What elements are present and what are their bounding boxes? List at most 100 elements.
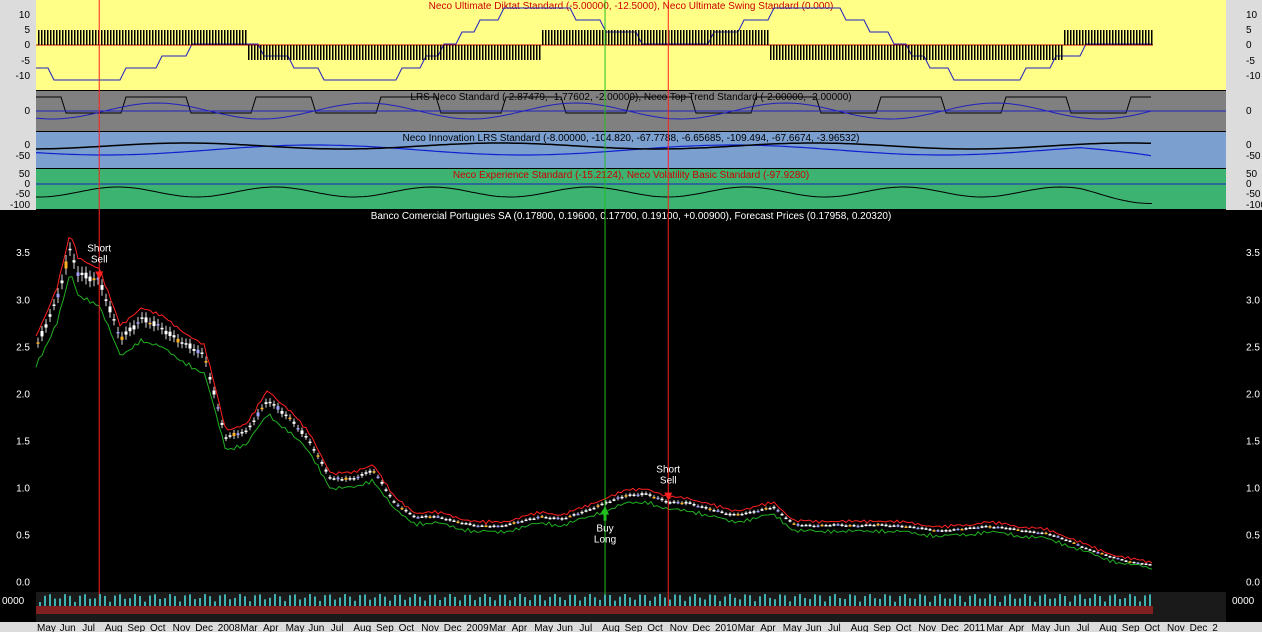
candle-body [264, 402, 268, 404]
volume-bar [124, 598, 126, 606]
candle-body [984, 525, 988, 528]
diktat-bar [248, 45, 250, 60]
candle-body [828, 525, 832, 527]
candle-body [240, 431, 244, 434]
candle-body [1056, 536, 1060, 538]
diktat-bar [983, 45, 985, 60]
volume-bar [229, 599, 231, 606]
volume-bar [144, 601, 146, 606]
time-axis-label: Jul [82, 623, 95, 632]
candle-body [1012, 528, 1016, 530]
indicator-tick-right: 0 [1246, 140, 1252, 151]
volume-bar [779, 594, 781, 606]
candle-body [852, 525, 856, 527]
volume-bar [499, 594, 501, 606]
diktat-bar [338, 45, 340, 60]
diktat-bar [50, 30, 52, 45]
diktat-bar [704, 30, 706, 45]
volume-bar [289, 595, 291, 606]
diktat-bar [269, 45, 271, 60]
volume-bar [894, 601, 896, 606]
diktat-bar [356, 45, 358, 60]
diktat-bar [386, 45, 388, 60]
volume-bar [1144, 595, 1146, 606]
candle-body [444, 518, 448, 521]
candle-body [528, 518, 532, 520]
candle-body [456, 521, 460, 523]
volume-bar [219, 595, 221, 606]
volume-bar [179, 601, 181, 606]
diktat-bar [482, 45, 484, 60]
diktat-bar [452, 45, 454, 60]
time-axis-label: Mar [986, 623, 1004, 632]
diktat-bar [614, 30, 616, 45]
diktat-bar [104, 30, 106, 45]
diktat-bar [125, 30, 127, 45]
candle-body [584, 510, 588, 512]
candle-body [348, 478, 352, 480]
price-chart-canvas: Neco Ultimate Diktat Standard (-5.00000,… [0, 0, 1262, 632]
diktat-bar [824, 45, 826, 60]
diktat-bar [449, 45, 451, 60]
time-axis-label: Sep [1122, 623, 1140, 632]
candle-body [508, 523, 512, 526]
candle-body [964, 528, 968, 530]
diktat-bar [908, 45, 910, 60]
diktat-bar [626, 30, 628, 45]
volume-bar [74, 601, 76, 606]
volume-bar [624, 594, 626, 606]
volume-bar [659, 594, 661, 606]
volume-bar [54, 598, 56, 606]
candle-body [764, 508, 768, 510]
volume-bar [69, 595, 71, 606]
candle-body [1024, 530, 1028, 533]
candle-body [980, 526, 984, 528]
volume-bar [1079, 594, 1081, 606]
volume-bar [769, 597, 771, 606]
candle-body [140, 317, 144, 319]
diktat-bar [506, 45, 508, 60]
candle-body [608, 501, 612, 503]
diktat-bar [611, 30, 613, 45]
diktat-bar [299, 45, 301, 60]
diktat-bar [278, 45, 280, 60]
candle-body [868, 524, 872, 527]
volume-bar [559, 597, 561, 606]
candle-body [532, 518, 536, 520]
volume-bar [554, 594, 556, 606]
volume-bar [169, 594, 171, 606]
diktat-bar [1022, 45, 1024, 60]
diktat-bar [215, 30, 217, 45]
indicator-tick-left: -100 [10, 200, 30, 211]
candle-body [208, 377, 212, 380]
diktat-bar [653, 30, 655, 45]
candle-body [524, 519, 528, 522]
time-axis-label: May [783, 623, 802, 632]
candle-body [1120, 559, 1124, 561]
volume-bar [439, 599, 441, 606]
diktat-bar [917, 45, 919, 60]
diktat-bar [185, 30, 187, 45]
diktat-bar [665, 30, 667, 45]
diktat-bar [740, 30, 742, 45]
diktat-bar [41, 30, 43, 45]
diktat-bar [83, 30, 85, 45]
volume-bar [189, 594, 191, 606]
volume-bar [789, 601, 791, 606]
candle-body [336, 477, 340, 480]
volume-bar [724, 596, 726, 606]
diktat-bar [116, 30, 118, 45]
volume-right-label: 0000 [1232, 596, 1255, 607]
candle-body [248, 425, 252, 428]
candle-body [76, 272, 80, 276]
indicator-tick-right: -50 [1246, 151, 1261, 162]
diktat-bar [1109, 30, 1111, 45]
candle-body [556, 517, 560, 520]
volume-bar [479, 597, 481, 606]
diktat-bar [527, 45, 529, 60]
candle-body [324, 469, 328, 472]
volume-bar [814, 594, 816, 606]
candle-body [808, 524, 812, 527]
lower-band-line [35, 276, 1153, 570]
time-axis-label: May [1031, 623, 1050, 632]
